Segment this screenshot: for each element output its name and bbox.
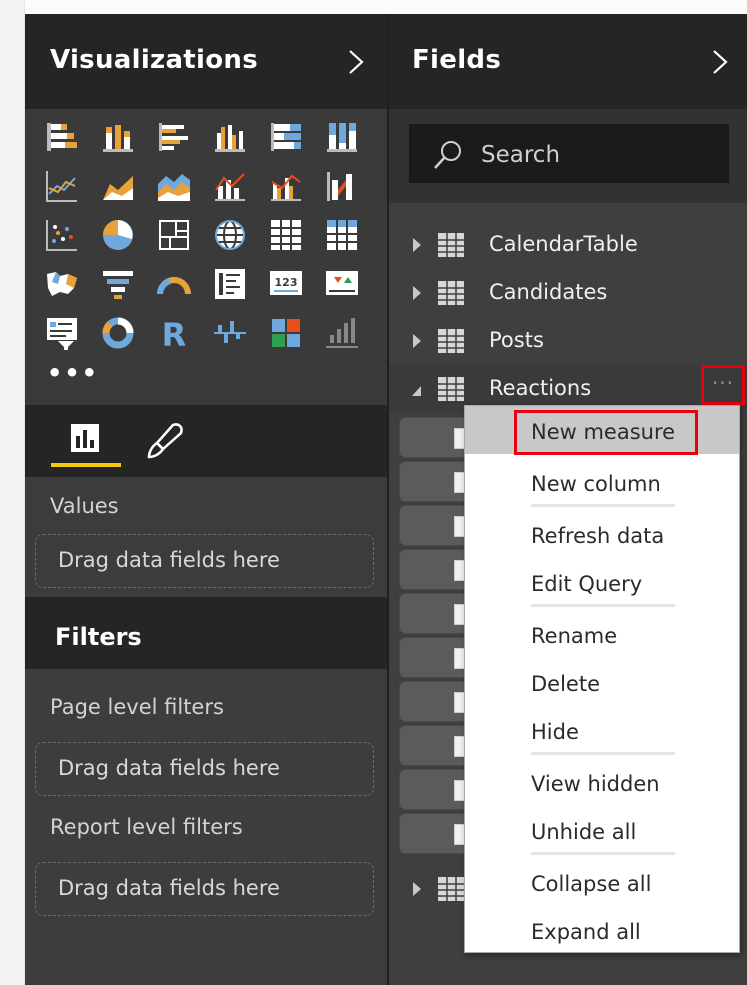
visualizations-title: Visualizations	[50, 45, 258, 75]
menu-separator	[531, 852, 675, 855]
values-label: Values	[50, 494, 119, 518]
table-grid-icon	[438, 377, 464, 401]
line-chart-icon[interactable]	[44, 168, 80, 204]
r-script-visual-icon[interactable]: R	[156, 315, 192, 351]
stacked-column-chart-icon[interactable]	[100, 119, 136, 155]
search-icon	[434, 141, 461, 169]
menu-item-new-column[interactable]: New column	[465, 458, 739, 506]
collapse-visualizations-chevron-icon[interactable]	[347, 48, 365, 76]
pie-chart-icon[interactable]	[100, 217, 136, 253]
more-options-button[interactable]: ···	[701, 365, 745, 405]
filled-map-icon[interactable]	[44, 266, 80, 302]
top-strip	[0, 0, 747, 14]
bar-chart-well-icon	[71, 424, 99, 452]
line-and-clustered-column-chart-icon[interactable]	[268, 168, 304, 204]
import-custom-visual-icon[interactable]	[324, 315, 360, 351]
menu-item-refresh-data[interactable]: Refresh data	[465, 510, 739, 558]
100-stacked-bar-chart-icon[interactable]	[268, 119, 304, 155]
gauge-icon[interactable]	[156, 266, 192, 302]
report-level-filters-label: Report level filters	[50, 815, 243, 839]
collapse-arrow-icon[interactable]	[411, 383, 423, 399]
svg-text:123: 123	[275, 276, 298, 289]
clustered-bar-chart-icon[interactable]	[156, 119, 192, 155]
clustered-column-chart-icon[interactable]	[212, 119, 248, 155]
pane-tabs	[25, 405, 387, 477]
shape-map-icon[interactable]	[268, 315, 304, 351]
table-label-posts: Posts	[489, 328, 544, 352]
page-level-filters-label: Page level filters	[50, 695, 224, 719]
menu-item-collapse-all[interactable]: Collapse all	[465, 858, 739, 906]
100-stacked-column-chart-icon[interactable]	[324, 119, 360, 155]
ribbon-chart-icon[interactable]	[324, 168, 360, 204]
menu-separator	[531, 752, 675, 755]
fields-header: Fields	[389, 14, 747, 109]
paint-roller-format-icon[interactable]	[143, 419, 187, 463]
table-label-reactions: Reactions	[489, 376, 592, 400]
table-grid-icon	[438, 329, 464, 353]
menu-item-expand-all[interactable]: Expand all	[465, 906, 739, 954]
filters-title: Filters	[55, 623, 142, 651]
values-section: Values Drag data fields here	[25, 477, 387, 597]
more-visuals-button[interactable]: •••	[47, 359, 99, 387]
menu-separator	[531, 604, 675, 607]
table-row-calendartable[interactable]: CalendarTable	[389, 221, 747, 269]
visualizations-pane: Visualizations 123 R ••• Values Drag dat…	[25, 14, 387, 985]
table-row-candidates[interactable]: Candidates	[389, 269, 747, 317]
table-label-calendartable: CalendarTable	[489, 232, 638, 256]
power-bi-panes: Visualizations 123 R ••• Values Drag dat…	[0, 0, 747, 985]
expand-arrow-icon[interactable]	[411, 285, 423, 301]
menu-item-unhide-all[interactable]: Unhide all	[465, 806, 739, 854]
values-drop-zone[interactable]: Drag data fields here	[35, 534, 374, 588]
treemap-icon[interactable]	[156, 217, 192, 253]
waterfall-chart-icon[interactable]	[212, 315, 248, 351]
donut-chart-icon[interactable]	[100, 315, 136, 351]
page-level-filters-drop-zone[interactable]: Drag data fields here	[35, 742, 374, 796]
table-label-candidates: Candidates	[489, 280, 608, 304]
line-and-stacked-column-chart-icon[interactable]	[212, 168, 248, 204]
filters-header: Filters	[25, 597, 387, 669]
table-row-posts[interactable]: Posts	[389, 317, 747, 365]
matrix-icon[interactable]	[324, 217, 360, 253]
map-icon[interactable]	[212, 217, 248, 253]
fields-search-area: Search	[389, 109, 747, 203]
visual-gallery: 123 R •••	[25, 109, 387, 405]
table-grid-icon	[438, 233, 464, 257]
kpi-icon[interactable]	[324, 266, 360, 302]
expand-arrow-icon[interactable]	[411, 333, 423, 349]
active-tab-indicator	[51, 463, 121, 467]
slicer-icon[interactable]	[44, 315, 80, 351]
search-placeholder: Search	[481, 142, 561, 168]
menu-item-rename[interactable]: Rename	[465, 610, 739, 658]
area-chart-icon[interactable]	[100, 168, 136, 204]
scatter-chart-icon[interactable]	[44, 217, 80, 253]
table-icon[interactable]	[268, 217, 304, 253]
collapse-fields-chevron-icon[interactable]	[711, 48, 729, 76]
new-measure-highlight-box	[514, 410, 698, 455]
fields-title: Fields	[412, 45, 502, 75]
expand-arrow-icon[interactable]	[411, 881, 423, 897]
menu-item-edit-query[interactable]: Edit Query	[465, 558, 739, 606]
report-canvas-edge	[0, 0, 25, 985]
funnel-icon[interactable]	[100, 266, 136, 302]
menu-item-view-hidden[interactable]: View hidden	[465, 758, 739, 806]
menu-item-delete[interactable]: Delete	[465, 658, 739, 706]
card-icon[interactable]: 123	[268, 266, 304, 302]
filters-section: Page level filters Drag data fields here…	[25, 669, 387, 985]
expand-arrow-icon[interactable]	[411, 237, 423, 253]
table-grid-icon	[438, 877, 464, 901]
fields-search-input[interactable]: Search	[409, 124, 729, 183]
menu-separator	[531, 504, 675, 507]
svg-text:R: R	[162, 316, 187, 351]
visualizations-header: Visualizations	[25, 14, 387, 109]
report-level-filters-drop-zone[interactable]: Drag data fields here	[35, 862, 374, 916]
table-context-menu: New measure New column Refresh data Edit…	[464, 405, 740, 953]
multi-row-card-icon[interactable]	[212, 266, 248, 302]
stacked-bar-chart-icon[interactable]	[44, 119, 80, 155]
menu-item-hide[interactable]: Hide	[465, 706, 739, 754]
stacked-area-chart-icon[interactable]	[156, 168, 192, 204]
table-grid-icon	[438, 281, 464, 305]
fields-well-tab[interactable]	[51, 417, 121, 467]
